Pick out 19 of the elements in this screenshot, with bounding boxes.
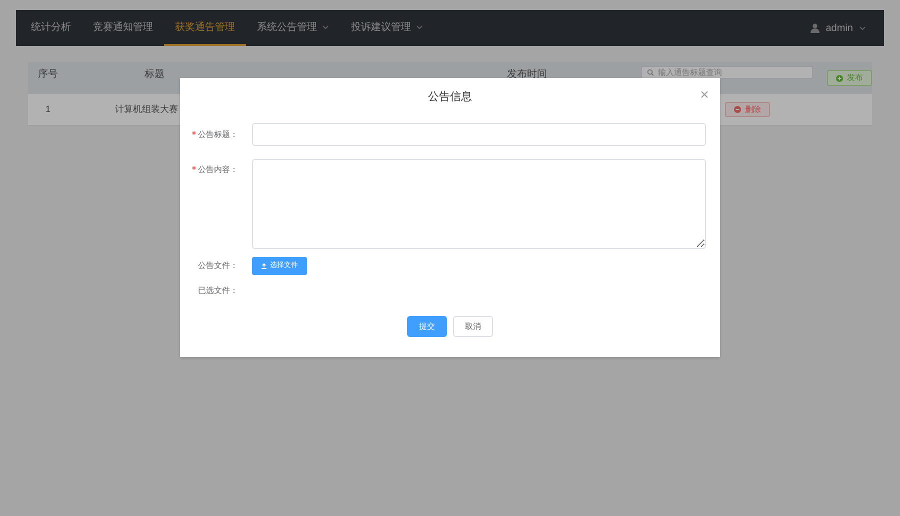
table-cell: 1 — [45, 104, 50, 114]
column-header: 序号 — [38, 69, 58, 80]
delete-button[interactable]: 删除 — [725, 102, 770, 117]
field-label: 公告文件： — [197, 260, 239, 272]
column-header: 标题 — [144, 69, 165, 80]
nav-tab[interactable]: 统计分析 — [20, 10, 82, 46]
nav-tab[interactable]: 投诉建议管理 — [340, 10, 434, 46]
dialog-title: 公告信息 — [428, 90, 472, 105]
nav-tab[interactable]: 获奖通告管理 — [164, 10, 246, 46]
cancel-button[interactable]: 取消 — [453, 316, 493, 337]
field-label: 已选文件： — [197, 285, 239, 297]
column-header: 发布时间 — [507, 69, 548, 80]
table-cell: 计算机组装大赛 — [115, 104, 178, 114]
nav-tab[interactable]: 系统公告管理 — [246, 10, 340, 46]
user-menu[interactable]: admin — [810, 10, 866, 46]
field-label: 公告内容： — [180, 163, 242, 177]
nav-tab[interactable]: 竞赛通知管理 — [82, 10, 164, 46]
field-label: 公告标题： — [180, 128, 242, 142]
submit-button[interactable]: 提交 — [407, 316, 447, 337]
